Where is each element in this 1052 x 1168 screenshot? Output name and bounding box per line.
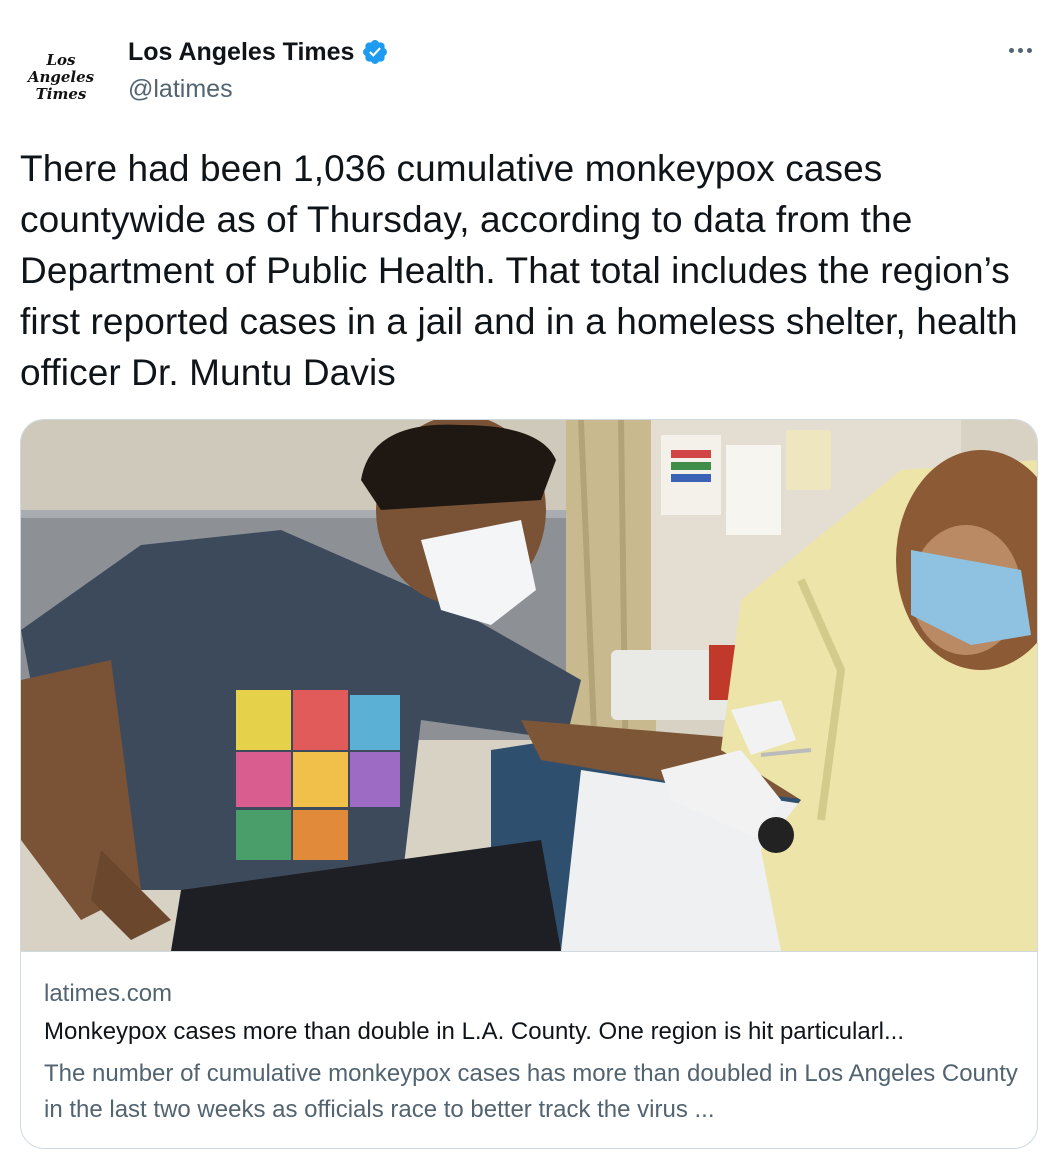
card-domain: latimes.com <box>44 980 173 1007</box>
author-name-row: Los Angeles Times <box>128 36 389 68</box>
card-image[interactable] <box>21 420 1037 951</box>
vaccination-photo <box>21 420 1037 951</box>
author-handle[interactable]: @latimes <box>128 74 233 104</box>
verified-badge-icon <box>361 38 389 66</box>
los-angeles-times-logo: Los Angeles Times <box>27 50 95 103</box>
card-title: Monkeypox cases more than double in L.A.… <box>44 1018 905 1045</box>
link-card[interactable]: latimes.com Monkeypox cases more than do… <box>20 419 1038 1149</box>
tweet: Los Angeles Times Los Angeles Times @lat… <box>0 0 1052 1168</box>
avatar[interactable]: Los Angeles Times <box>22 38 100 116</box>
card-description: The number of cumulative monkeypox cases… <box>44 1060 1018 1123</box>
tweet-text: There had been 1,036 cumulative monkeypo… <box>20 148 1018 393</box>
display-name[interactable]: Los Angeles Times <box>128 36 354 68</box>
more-icon[interactable] <box>1000 36 1040 64</box>
card-meta[interactable]: latimes.com Monkeypox cases more than do… <box>21 951 1037 1148</box>
